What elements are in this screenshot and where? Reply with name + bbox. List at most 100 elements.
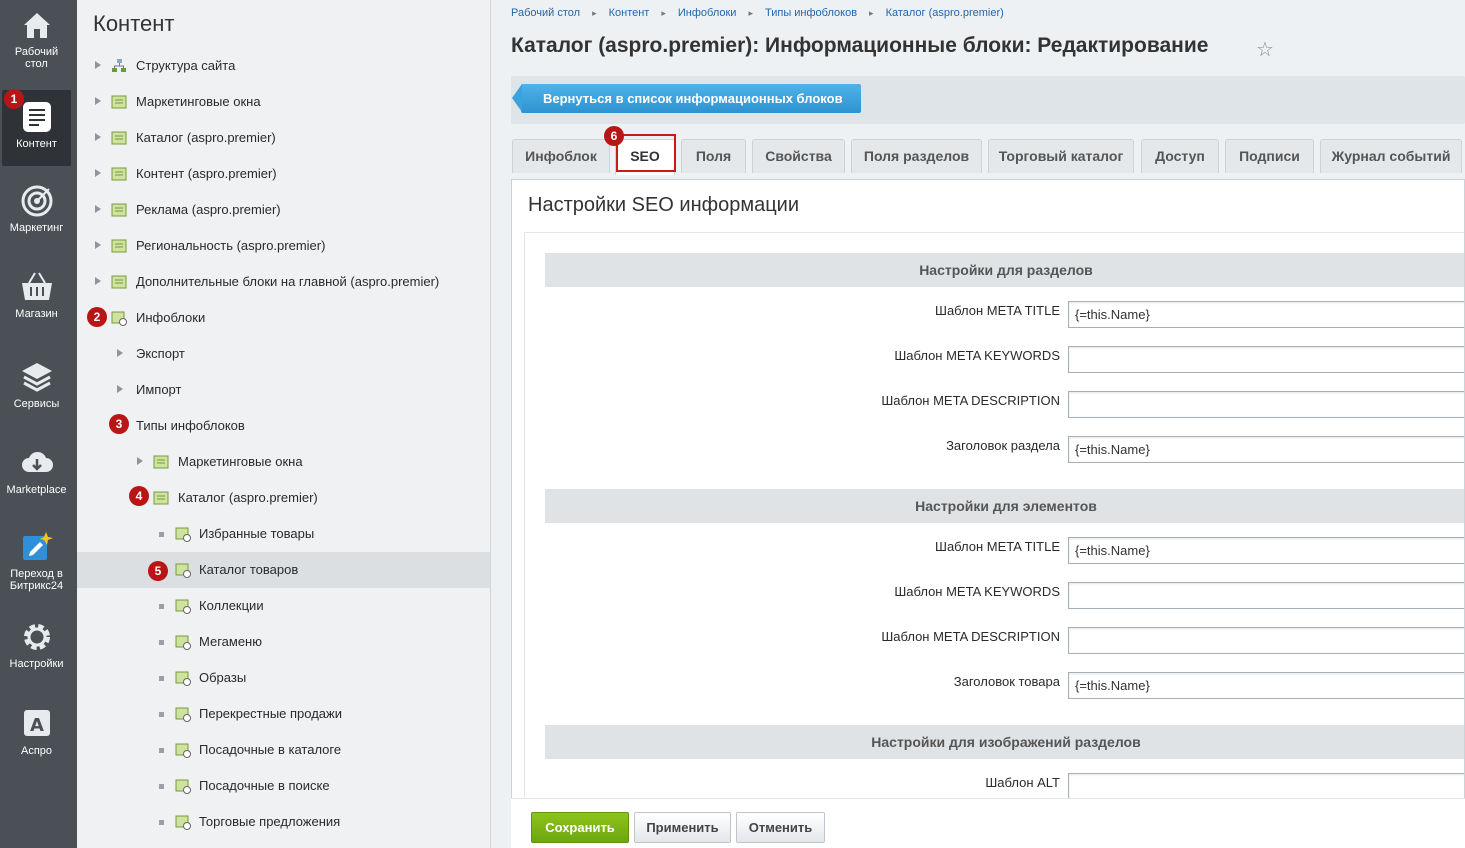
section-header: Настройки для элементов: [545, 489, 1464, 523]
bullet-icon: [159, 748, 164, 753]
breadcrumb: Рабочий стол ▸ Контент ▸ Инфоблоки ▸ Типы инфо…: [511, 7, 1004, 19]
rail-item-marketing[interactable]: Маркетинг: [2, 184, 71, 244]
breadcrumb-link[interactable]: Рабочий стол: [511, 7, 580, 19]
iblock-icon: [111, 203, 127, 217]
settings-form: Настройки для разделов Шаблон META TITLE…: [524, 232, 1464, 798]
annotation-badge: 1: [4, 89, 24, 109]
tree-node[interactable]: Образы: [77, 660, 490, 696]
tree-node[interactable]: Контент (aspro.premier): [77, 156, 490, 192]
basket-icon: [21, 272, 52, 300]
tree-node[interactable]: Региональность (aspro.premier): [77, 228, 490, 264]
breadcrumb-link[interactable]: Контент: [609, 7, 650, 19]
bullet-icon: [159, 712, 164, 717]
home-icon: [23, 13, 50, 38]
rail-item-aspro[interactable]: A Аспро: [2, 707, 71, 767]
tree-node[interactable]: Каталог (aspro.premier): [77, 120, 490, 156]
breadcrumb-link[interactable]: Типы инфоблоков: [765, 7, 857, 19]
section-image-alt-input[interactable]: [1068, 773, 1464, 798]
tree-node[interactable]: Экспорт: [77, 336, 490, 372]
tree-node[interactable]: Маркетинговые окна: [77, 84, 490, 120]
field-label: Шаблон META KEYWORDS: [894, 584, 1060, 599]
main-area: Рабочий стол ▸ Контент ▸ Инфоблоки ▸ Типы инфо…: [491, 0, 1465, 848]
section-meta-keywords-input[interactable]: [1068, 346, 1464, 373]
rail-item-bitrix24[interactable]: Переход в Битрикс24: [2, 530, 71, 600]
tab-infoblock[interactable]: Инфоблок: [512, 139, 610, 173]
section-heading-input[interactable]: {=this.Name}: [1068, 436, 1464, 463]
tree-node[interactable]: Импорт: [77, 372, 490, 408]
expand-arrow-icon[interactable]: [117, 385, 123, 393]
expand-arrow-icon[interactable]: [95, 133, 101, 141]
breadcrumb-link[interactable]: Каталог (aspro.premier): [886, 7, 1004, 19]
annotation-badge: 3: [109, 414, 129, 434]
gear-icon: [23, 624, 50, 650]
tree-node[interactable]: Избранные товары: [77, 516, 490, 552]
target-icon: [21, 185, 52, 217]
back-to-list-button[interactable]: Вернуться в список информационных блоков: [512, 84, 861, 113]
section-header: Настройки для изображений разделов: [545, 725, 1464, 759]
rail-item-shop[interactable]: Магазин: [2, 270, 71, 330]
tree-node[interactable]: Посадочные в поиске: [77, 768, 490, 804]
cancel-button[interactable]: Отменить: [736, 812, 825, 843]
tree-node-iblock-types[interactable]: Типы инфоблоков: [77, 408, 490, 444]
tab-section-fields[interactable]: Поля разделов: [851, 139, 982, 173]
tab-trade-catalog[interactable]: Торговый каталог: [988, 139, 1134, 173]
rail-label: Аспро: [20, 745, 53, 757]
breadcrumb-link[interactable]: Инфоблоки: [678, 7, 737, 19]
tab-fields[interactable]: Поля: [681, 139, 746, 173]
rail-item-desktop[interactable]: Рабочий стол: [2, 8, 71, 78]
favorite-star-icon[interactable]: ☆: [1256, 37, 1274, 62]
tree-node[interactable]: Мегаменю: [77, 624, 490, 660]
tree-node[interactable]: Реклама (aspro.premier): [77, 192, 490, 228]
tab-properties[interactable]: Свойства: [752, 139, 845, 173]
tab-event-log[interactable]: Журнал событий: [1320, 139, 1462, 173]
expand-arrow-icon[interactable]: [95, 241, 101, 249]
seo-settings-panel: Настройки SEO информации Настройки для р…: [511, 179, 1465, 798]
tree-node[interactable]: Торговые предложения: [77, 804, 490, 840]
tree-node[interactable]: Маркетинговые окна: [77, 444, 490, 480]
expand-arrow-icon[interactable]: [95, 97, 101, 105]
expand-arrow-icon[interactable]: [95, 277, 101, 285]
svg-text:A: A: [30, 715, 44, 736]
panel-title: Настройки SEO информации: [528, 194, 800, 216]
field-label: Заголовок раздела: [946, 438, 1060, 453]
element-meta-title-input[interactable]: {=this.Name}: [1068, 537, 1464, 564]
expand-arrow-icon[interactable]: [137, 457, 143, 465]
field-label: Шаблон META DESCRIPTION: [881, 629, 1060, 644]
iblock-settings-icon: [175, 743, 191, 758]
tab-access[interactable]: Доступ: [1141, 139, 1219, 173]
bullet-icon: [159, 676, 164, 681]
field-label: Шаблон META DESCRIPTION: [881, 393, 1060, 408]
rail-label: Настройки: [9, 658, 64, 670]
save-button[interactable]: Сохранить: [531, 812, 629, 843]
element-meta-description-input[interactable]: [1068, 627, 1464, 654]
section-meta-title-input[interactable]: {=this.Name}: [1068, 301, 1464, 328]
rail-item-services[interactable]: Сервисы: [2, 360, 71, 420]
product-heading-input[interactable]: {=this.Name}: [1068, 672, 1464, 699]
expand-arrow-icon[interactable]: [117, 349, 123, 357]
field-label: Шаблон ALT: [985, 775, 1060, 790]
breadcrumb-separator-icon: ▸: [869, 8, 874, 18]
tab-captions[interactable]: Подписи: [1225, 139, 1314, 173]
tree-node[interactable]: Структура сайта: [77, 48, 490, 84]
tree-node[interactable]: Дополнительные блоки на главной (aspro.p…: [77, 264, 490, 300]
tree-node[interactable]: Перекрестные продажи: [77, 696, 490, 732]
element-meta-keywords-input[interactable]: [1068, 582, 1464, 609]
expand-arrow-icon[interactable]: [95, 61, 101, 69]
tree-node-infoblocks[interactable]: Инфоблоки: [77, 300, 490, 336]
iblock-settings-icon: [175, 671, 191, 686]
bullet-icon: [159, 820, 164, 825]
apply-button[interactable]: Применить: [634, 812, 731, 843]
section-meta-description-input[interactable]: [1068, 391, 1464, 418]
field-label: Шаблон META TITLE: [935, 539, 1060, 554]
iblock-icon: [153, 455, 169, 469]
rail-item-marketplace[interactable]: Marketplace: [2, 446, 71, 506]
bullet-icon: [159, 604, 164, 609]
tree-node-product-catalog[interactable]: Каталог товаров: [77, 552, 490, 588]
expand-arrow-icon[interactable]: [95, 205, 101, 213]
field-label: Шаблон META TITLE: [935, 303, 1060, 318]
tree-node[interactable]: Посадочные в каталоге: [77, 732, 490, 768]
rail-item-settings[interactable]: Настройки: [2, 620, 71, 680]
expand-arrow-icon[interactable]: [95, 169, 101, 177]
tree-node[interactable]: Коллекции: [77, 588, 490, 624]
bullet-icon: [159, 784, 164, 789]
